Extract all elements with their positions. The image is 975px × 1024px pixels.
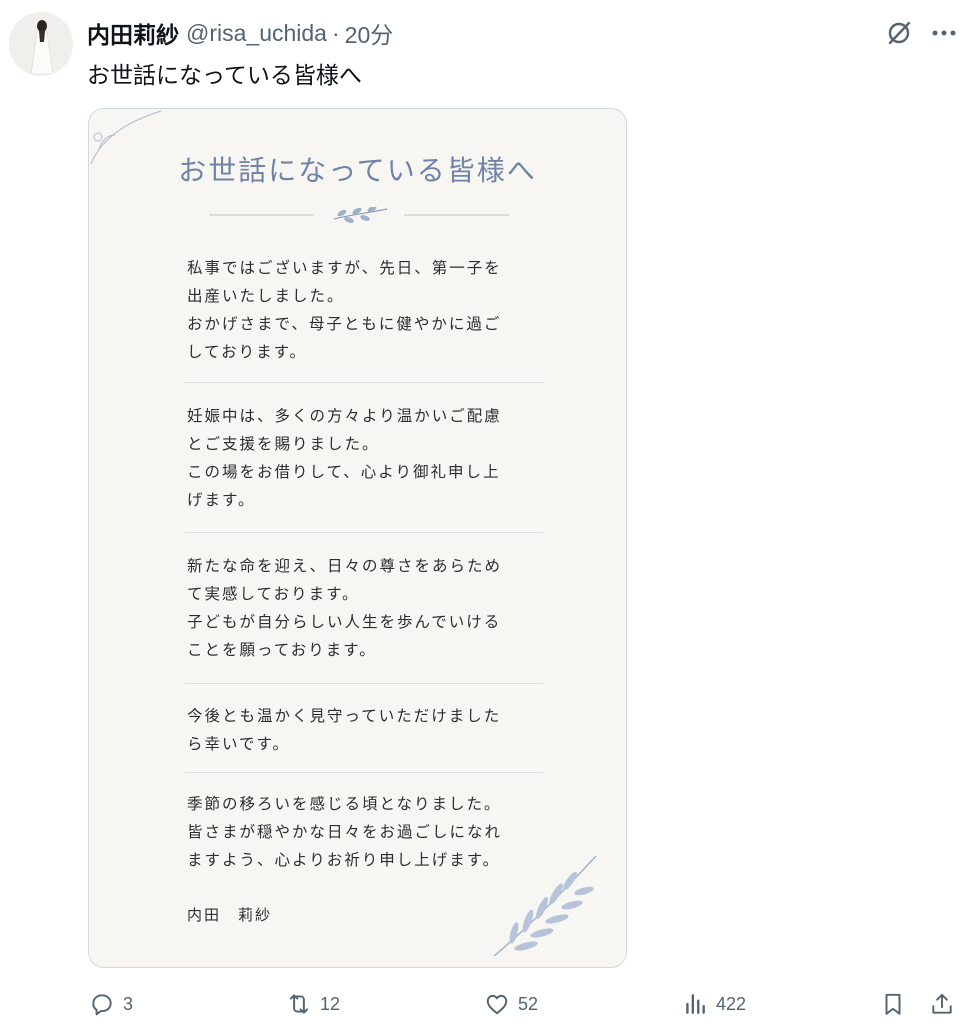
post-time[interactable]: 20分: [345, 16, 394, 50]
card-line: 妊娠中は、多くの方々より温かいご配慮: [187, 407, 502, 425]
card-line: 今後とも温かく見守っていただけました: [187, 707, 502, 725]
card-line: 新たな命を迎え、日々の尊さをあらため: [187, 557, 503, 575]
leaf-branch-icon: [493, 855, 597, 957]
card-line: 子どもが自分らしい人生を歩んでいける: [187, 613, 502, 631]
card-line: 出産いたしました。: [187, 287, 345, 305]
post-header: 内田莉紗 @risa_uchida · 20分: [87, 16, 393, 50]
card-divider: [185, 772, 543, 773]
card-line: て実感しております。: [187, 585, 360, 603]
avatar-image: [9, 12, 73, 76]
card-divider: [185, 532, 543, 533]
repost-button[interactable]: 12: [286, 990, 340, 1018]
leaf-ornament-icon: [209, 207, 509, 223]
card-divider: [185, 382, 543, 383]
card-title: お世話になっている皆様へ: [178, 154, 537, 187]
user-handle[interactable]: @risa_uchida: [186, 20, 327, 47]
card-paragraph-4: 今後とも温かく見守っていただけました ら幸いです。: [187, 702, 567, 758]
like-button[interactable]: 52: [484, 990, 538, 1018]
card-line: げます。: [187, 491, 256, 509]
card-line: ことを願っております。: [187, 641, 377, 659]
like-icon: [486, 994, 508, 1015]
tweet-text: お世話になっている皆様へ: [87, 62, 362, 88]
share-icon: [932, 993, 952, 1014]
card-line: ら幸いです。: [187, 735, 290, 753]
bookmark-icon: [885, 993, 901, 1015]
more-icon[interactable]: [929, 18, 959, 48]
grok-icon[interactable]: [884, 18, 914, 48]
card-paragraph-2: 妊娠中は、多くの方々より温かいご配慮 とご支援を賜りました。 この場をお借りして…: [187, 402, 567, 514]
display-name[interactable]: 内田莉紗: [87, 16, 179, 50]
views-button[interactable]: 422: [682, 990, 746, 1018]
card-divider: [185, 683, 543, 684]
views-icon: [686, 994, 705, 1014]
card-line: おかげさまで、母子ともに健やかに過ご: [187, 315, 502, 333]
card-line: しております。: [187, 343, 308, 361]
repost-count: 12: [320, 993, 341, 1014]
post-image[interactable]: お世話になっている皆様へ 私事ではございますが、先日、第一子を 出産いたしました…: [88, 108, 627, 968]
reply-icon: [92, 994, 112, 1016]
avatar[interactable]: [9, 12, 73, 76]
card-line: 季節の移ろいを感じる頃となりました。: [187, 795, 502, 813]
reply-count: 3: [123, 993, 134, 1014]
card-line: 私事ではございますが、先日、第一子を: [187, 259, 502, 277]
card-paragraph-1: 私事ではございますが、先日、第一子を 出産いたしました。 おかげさまで、母子とも…: [187, 254, 567, 366]
card-line: この場をお借りして、心より御礼申し上: [187, 463, 501, 481]
repost-icon: [289, 994, 309, 1014]
card-line: 皆さまが穏やかな日々をお過ごしになれ: [187, 823, 503, 841]
separator-dot: ·: [331, 19, 340, 46]
card-signature: 内田 莉紗: [187, 906, 273, 924]
views-count: 422: [716, 993, 747, 1014]
bookmark-button[interactable]: [880, 990, 906, 1018]
card-line: とご支援を賜りました。: [187, 435, 380, 453]
share-button[interactable]: [929, 990, 955, 1018]
like-count: 52: [518, 993, 539, 1014]
reply-button[interactable]: 3: [89, 990, 133, 1018]
card-paragraph-3: 新たな命を迎え、日々の尊さをあらため て実感しております。 子どもが自分らしい人…: [187, 552, 567, 664]
